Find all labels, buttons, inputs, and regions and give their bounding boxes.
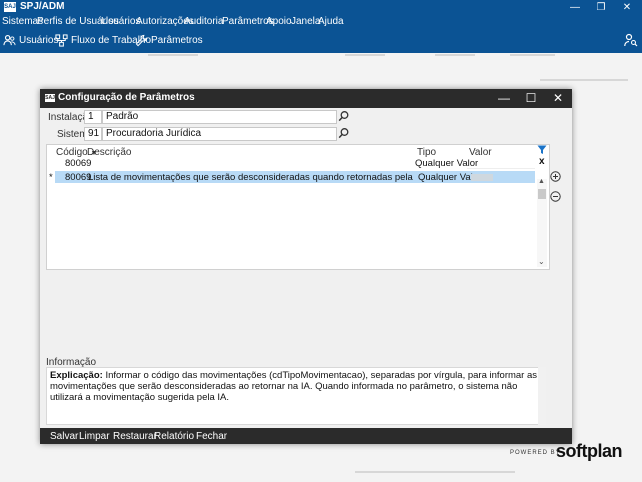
workflow-icon [55,33,68,47]
add-row-button[interactable] [550,171,561,185]
filter-valor-input[interactable] [467,157,535,169]
parameters-grid: Código ▼ Descrição Tipo Valor 80069 Qual… [46,144,550,270]
dialog-logo: SAJ [45,94,55,102]
search-icon [338,128,349,139]
filter-tipo-select[interactable]: Qualquer Valor [415,157,478,169]
limpar-button[interactable]: Limpar [79,431,110,442]
brand-powered-by: POWERED BY [510,450,561,456]
scroll-up-icon[interactable]: ▲ [538,178,545,185]
instalacao-code-field[interactable]: 1 [84,110,102,124]
column-header-codigo-label: Código [56,147,88,158]
menu-apoio[interactable]: Apoio [266,16,292,27]
user-profile-button[interactable] [624,33,638,50]
sistema-code-field[interactable]: 91 [84,127,102,141]
toolbar-usuarios-label: Usuários [19,34,59,46]
menu-auditoria[interactable]: Auditoria [184,16,223,27]
minus-circle-icon [550,191,561,202]
filter-codigo-input[interactable]: 80069 [65,158,91,169]
restaurar-button[interactable]: Restaurar [113,431,157,442]
search-icon [338,111,349,122]
wrench-icon [135,34,148,46]
toolbar-parametros-button[interactable]: Parâmetros [135,33,203,47]
grid-scrollbar[interactable]: ▲ ⌄ [537,178,547,267]
background-item [540,79,628,81]
toolbar-parametros-label: Parâmetros [151,34,203,46]
dialog-minimize-button[interactable]: — [490,89,518,108]
menu-janela[interactable]: Janela [291,16,320,27]
background-item [355,471,515,473]
app-logo: SAJ [4,2,16,12]
filter-icon [537,145,547,154]
grid-scrollbar-thumb[interactable] [538,189,546,199]
relatorio-button[interactable]: Relatório [154,431,194,442]
background-item [435,54,475,56]
row-current-marker: * [49,172,53,183]
user-search-icon [624,33,638,47]
users-icon [3,34,16,45]
remove-row-button[interactable] [550,191,561,205]
menu-ajuda[interactable]: Ajuda [318,16,344,27]
app-maximize-button[interactable]: ❐ [588,0,614,15]
row-valor-redacted [471,174,493,181]
salvar-button[interactable]: Salvar [50,431,78,442]
row-descricao: Lista de movimentações que serão descons… [88,172,413,183]
column-header-descricao[interactable]: Descrição [87,147,131,158]
info-text-box[interactable]: Explicação: Informar o código das movime… [46,367,546,425]
app-title: SPJ/ADM [20,1,65,12]
background-item [345,54,385,56]
sistema-search-button[interactable] [338,127,352,141]
info-text: Informar o código das movimentações (cdT… [50,370,538,403]
toolbar-usuarios-button[interactable]: Usuários [3,33,58,47]
plus-circle-icon [550,171,561,182]
info-bold-label: Explicação: [50,370,103,381]
sistema-name-field[interactable]: Procuradoria Jurídica [102,127,337,141]
fechar-button[interactable]: Fechar [196,431,227,442]
background-item [510,54,555,56]
chevron-down-icon[interactable]: ⌄ [538,257,545,266]
app-close-button[interactable]: ✕ [614,0,640,15]
info-scrollbar[interactable] [538,367,546,425]
softplan-logo: softplan [556,441,623,461]
dialog-title: Configuração de Parâmetros [58,92,195,103]
menu-usuarios[interactable]: Usuários [101,16,140,27]
dialog-close-button[interactable]: ✕ [544,89,572,108]
app-titlebar [0,0,642,15]
instalacao-search-button[interactable] [338,110,352,124]
app-minimize-button[interactable]: — [562,0,588,15]
clear-filter-button[interactable]: x [539,156,545,167]
dialog-maximize-button[interactable]: ☐ [517,89,545,108]
parameters-dialog: SAJ Configuração de Parâmetros — ☐ ✕ Ins… [40,89,572,444]
background-item [148,54,198,56]
instalacao-name-field[interactable]: Padrão [102,110,337,124]
